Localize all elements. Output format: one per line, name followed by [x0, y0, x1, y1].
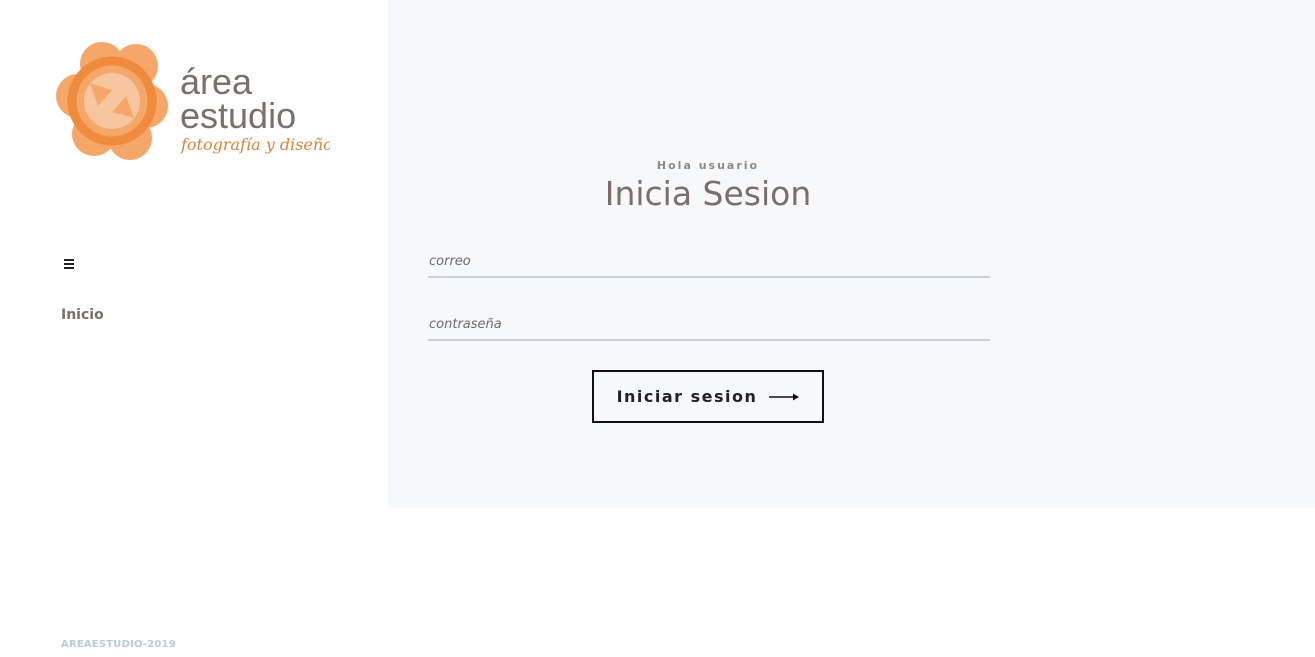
arrow-right-icon	[769, 393, 800, 400]
greeting: Hola usuario	[656, 159, 760, 172]
password-field[interactable]	[428, 309, 990, 341]
page-title: Inicia Sesion	[604, 174, 812, 213]
nav-item-inicio[interactable]: Inicio	[61, 307, 104, 323]
logo-text-estudio: estudio	[180, 95, 296, 136]
login-button-label: Iniciar sesion	[616, 387, 758, 406]
sidebar: área estudio fotografía y diseño Inicio …	[0, 0, 388, 657]
logo-flower-icon	[56, 42, 168, 160]
logo-tagline: fotografía y diseño	[180, 135, 330, 154]
hamburger-icon[interactable]	[64, 259, 76, 271]
footer-text: AREAESTUDIO-2019	[61, 639, 176, 650]
login-button[interactable]: Iniciar sesion	[592, 370, 824, 423]
login-panel: Hola usuario Inicia Sesion Iniciar sesio…	[388, 0, 1315, 508]
email-field[interactable]	[428, 246, 990, 278]
logo[interactable]: área estudio fotografía y diseño	[50, 38, 330, 168]
